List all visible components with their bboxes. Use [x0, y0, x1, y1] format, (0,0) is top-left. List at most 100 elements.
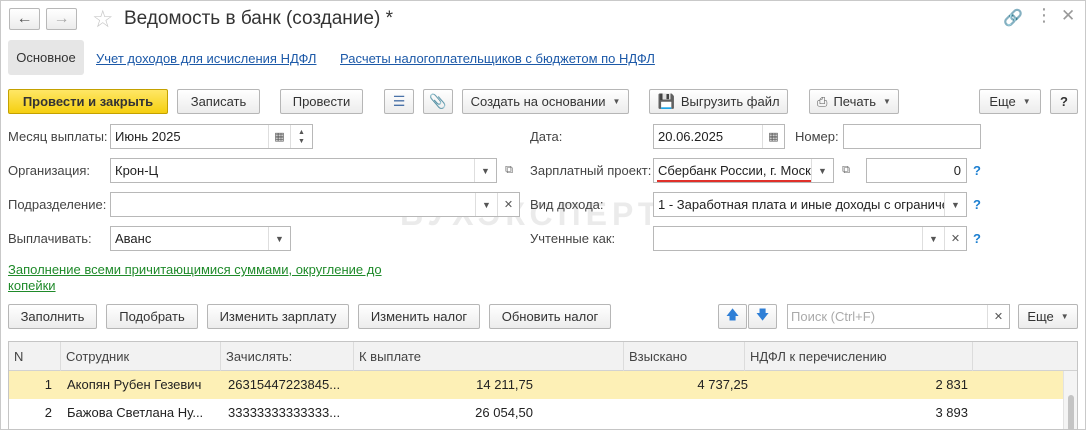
scrollbar-thumb[interactable] [1068, 395, 1074, 429]
close-icon[interactable]: ✕ [1061, 6, 1075, 26]
column-header[interactable]: Взыскано [624, 342, 745, 371]
pay-type-label: Выплачивать: [8, 231, 92, 246]
column-header[interactable]: Сотрудник [61, 342, 221, 371]
forward-button[interactable]: → [46, 8, 77, 30]
more-label: Еще [989, 94, 1016, 109]
counted-as-label: Учтенные как: [530, 231, 616, 246]
table-more-button[interactable]: Еще ▼ [1018, 304, 1078, 329]
clear-search-icon[interactable]: ✕ [987, 305, 1009, 328]
printer-icon: ⎙ [817, 93, 828, 109]
account-cell: 33333333333333... [228, 405, 341, 420]
open-salary-project-icon[interactable]: ⧉ [836, 158, 856, 183]
chevron-down-icon[interactable]: ▼ [811, 159, 833, 182]
income-type-value: 1 - Заработная плата и иные доходы с огр… [658, 197, 944, 212]
more-button[interactable]: Еще ▼ [979, 89, 1041, 114]
search-field[interactable]: Поиск (Ctrl+F) ✕ [787, 304, 1010, 329]
chevron-down-icon[interactable]: ▼ [268, 227, 290, 250]
update-tax-button[interactable]: Обновить налог [489, 304, 611, 329]
post-button[interactable]: Провести [280, 89, 363, 114]
income-type-label: Вид дохода: [530, 197, 604, 212]
date-field[interactable]: 20.06.2025 ▦ [653, 124, 785, 149]
table-row[interactable]: 1 Акопян Рубен Гезевич 26315447223845...… [9, 371, 1064, 399]
attach-button[interactable]: 📎 [423, 89, 453, 114]
project-number-value: 0 [953, 163, 961, 178]
month-stepper[interactable]: ▲ ▼ [290, 125, 312, 148]
tab-ndfl-budget[interactable]: Расчеты налогоплательщиков с бюджетом по… [340, 51, 655, 66]
export-file-button[interactable]: 💾 Выгрузить файл [649, 89, 788, 114]
clear-icon[interactable]: ✕ [944, 227, 966, 250]
arrow-up-icon: 🡅 [725, 306, 740, 322]
chevron-down-icon[interactable]: ▼ [475, 193, 497, 216]
calendar-icon[interactable]: ▦ [268, 125, 290, 148]
chevron-down-icon[interactable]: ▼ [922, 227, 944, 250]
column-header[interactable]: Зачислять: [221, 342, 354, 371]
column-header[interactable]: N [9, 342, 61, 371]
calendar-icon[interactable]: ▦ [762, 125, 784, 148]
counted-as-field[interactable]: ▼ ✕ [653, 226, 967, 251]
pay-type-field[interactable]: Аванс ▼ [110, 226, 291, 251]
change-salary-button[interactable]: Изменить зарплату [207, 304, 349, 329]
month-field[interactable]: Июнь 2025 ▦ ▲ ▼ [110, 124, 313, 149]
arrow-left-icon: ← [16, 10, 33, 27]
arrow-right-icon: → [53, 10, 70, 27]
clear-icon[interactable]: ✕ [497, 193, 519, 216]
department-label: Подразделение: [8, 197, 107, 212]
table-row[interactable]: 2 Бажова Светлана Ну... 33333333333333..… [9, 399, 1064, 427]
dropdown-caret-icon: ▼ [1022, 97, 1031, 106]
column-header[interactable]: К выплате [354, 342, 624, 371]
pay-cell: 26 054,50 [475, 405, 533, 420]
document-list-icon: ☰ [392, 93, 406, 109]
dropdown-caret-icon: ▼ [612, 97, 621, 106]
number-field[interactable] [843, 124, 981, 149]
arrow-down-icon: 🡇 [755, 306, 770, 322]
project-number-field[interactable]: 0 [866, 158, 967, 183]
search-input[interactable]: Поиск (Ctrl+F) [788, 309, 987, 324]
tab-main[interactable]: Основное [8, 40, 84, 75]
organization-value: Крон-Ц [115, 163, 159, 178]
row-number: 2 [44, 405, 52, 420]
income-type-field[interactable]: 1 - Заработная плата и иные доходы с огр… [653, 192, 967, 217]
table-more-label: Еще [1027, 309, 1054, 324]
post-and-close-button[interactable]: Провести и закрыть [8, 89, 168, 114]
print-button[interactable]: ⎙ Печать ▼ [809, 89, 899, 114]
help-icon[interactable]: ? [973, 197, 981, 212]
tab-ndfl-income[interactable]: Учет доходов для исчисления НДФЛ [96, 51, 316, 66]
pay-type-value: Аванс [115, 231, 152, 246]
open-organization-icon[interactable]: ⧉ [499, 158, 519, 183]
employee-cell: Бажова Светлана Ну... [67, 405, 204, 420]
move-up-button[interactable]: 🡅 [718, 304, 747, 329]
ndfl-cell: 3 893 [935, 405, 968, 420]
create-based-on-button[interactable]: Создать на основании ▼ [462, 89, 629, 114]
withheld-cell [625, 399, 753, 427]
date-label: Дата: [530, 129, 563, 144]
salary-project-label: Зарплатный проект: [530, 163, 652, 178]
more-actions-icon[interactable]: ⋮ [1035, 5, 1053, 26]
chevron-down-icon[interactable]: ▼ [944, 193, 966, 216]
table-header: N Сотрудник Зачислять: К выплате Взыскан… [9, 342, 1077, 371]
employee-cell: Акопян Рубен Гезевич [67, 377, 202, 392]
chevron-down-icon[interactable]: ▼ [474, 159, 496, 182]
account-cell: 26315447223845... [228, 377, 341, 392]
report-button[interactable]: ☰ [384, 89, 414, 114]
window-title: Ведомость в банк (создание) * [124, 8, 393, 29]
select-button[interactable]: Подобрать [106, 304, 198, 329]
help-icon[interactable]: ? [973, 163, 981, 178]
column-header[interactable]: НДФЛ к перечислению [745, 342, 973, 371]
save-button[interactable]: Записать [177, 89, 260, 114]
fill-button[interactable]: Заполнить [8, 304, 97, 329]
move-down-button[interactable]: 🡇 [748, 304, 777, 329]
ndfl-cell: 2 831 [935, 377, 968, 392]
month-label: Месяц выплаты: [8, 129, 108, 144]
fill-rounding-link[interactable]: Заполнение всеми причитающимися суммами,… [8, 262, 398, 294]
favorite-star-icon[interactable]: ☆ [92, 5, 114, 34]
help-icon[interactable]: ? [973, 231, 981, 246]
change-tax-button[interactable]: Изменить налог [358, 304, 480, 329]
organization-field[interactable]: Крон-Ц ▼ [110, 158, 497, 183]
help-button[interactable]: ? [1050, 89, 1078, 114]
back-button[interactable]: ← [9, 8, 40, 30]
department-field[interactable]: ▼ ✕ [110, 192, 520, 217]
table-scrollbar[interactable] [1063, 371, 1077, 429]
month-value: Июнь 2025 [115, 129, 181, 144]
link-icon[interactable]: 🔗 [1003, 8, 1023, 28]
dropdown-caret-icon: ▼ [1060, 312, 1069, 321]
